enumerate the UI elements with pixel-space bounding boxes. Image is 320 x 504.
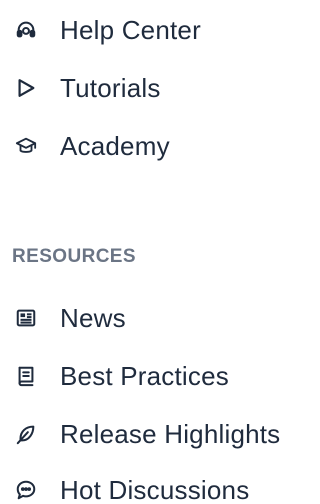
menu-item-label: News (60, 303, 126, 333)
play-icon (14, 76, 38, 100)
menu-item-label: Hot Discussions (60, 475, 250, 504)
menu-item-hot-discussions[interactable]: Hot Discussions (14, 470, 249, 504)
menu-item-news[interactable]: News (14, 298, 126, 338)
chat-icon (14, 478, 38, 502)
feather-icon (14, 422, 38, 446)
menu-item-release-highlights[interactable]: Release Highlights (14, 414, 280, 454)
menu-item-label: Help Center (60, 15, 201, 45)
menu-item-best-practices[interactable]: Best Practices (14, 356, 229, 396)
menu-item-label: Best Practices (60, 361, 229, 391)
menu-item-help-center[interactable]: Help Center (14, 10, 201, 50)
headset-icon (14, 18, 38, 42)
newspaper-icon (14, 306, 38, 330)
menu-item-label: Release Highlights (60, 419, 281, 449)
menu-item-label: Tutorials (60, 73, 161, 103)
menu-item-label: Academy (60, 131, 170, 161)
graduation-cap-icon (14, 134, 38, 158)
section-heading-resources: RESOURCES (12, 246, 136, 267)
book-icon (14, 364, 38, 388)
menu-item-academy[interactable]: Academy (14, 126, 170, 166)
menu-item-tutorials[interactable]: Tutorials (14, 68, 161, 108)
